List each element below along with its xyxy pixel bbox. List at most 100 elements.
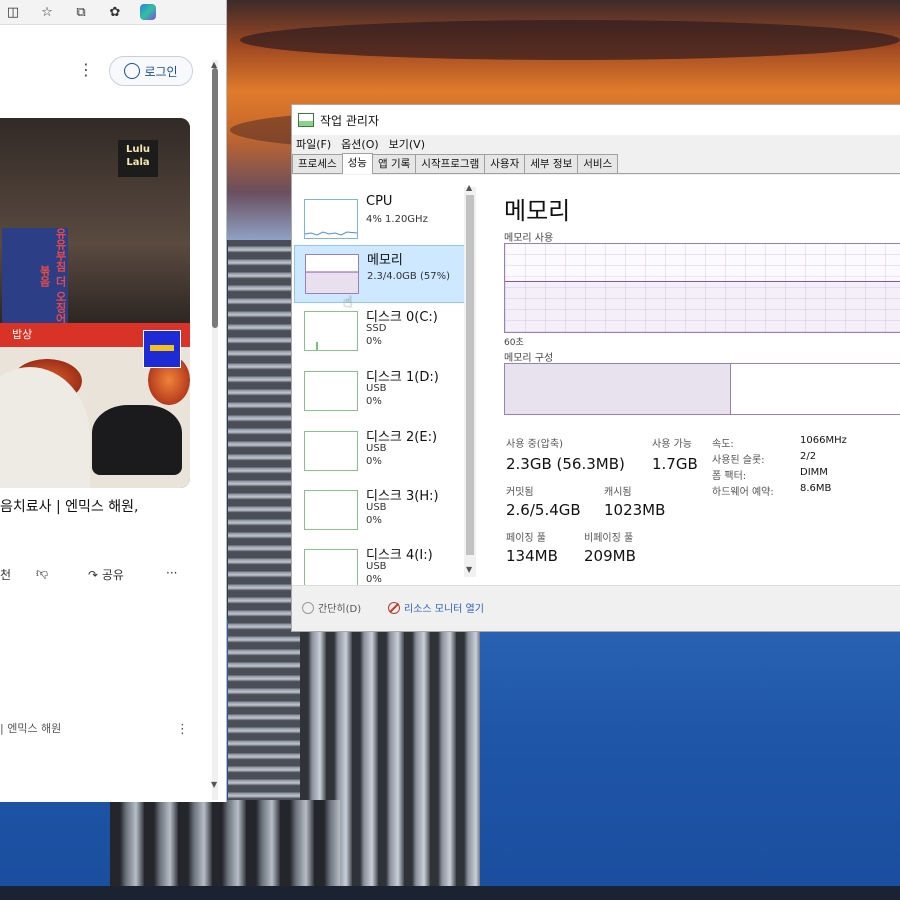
resource-item-disk1[interactable]: 디스크 1(D:) USB 0% [294,363,464,419]
tab-app-history[interactable]: 앱 기록 [371,154,417,173]
tab-processes[interactable]: 프로세스 [292,154,343,173]
menu-view[interactable]: 보기(V) [389,136,425,152]
resource-item-disk0[interactable]: 디스크 0(C:) SSD 0% [294,303,464,359]
collections-icon[interactable]: ⧉ [72,5,90,20]
resource-list: CPU 4% 1.20GHz 메모리 2.3/4.0GB (57%) 디스크 0… [292,175,480,585]
disk0-spike [316,342,318,350]
stat-value-in-use: 2.3GB (56.3MB) [506,455,625,473]
video-actions: 천 👎︎ ↷ 공유 ··· [0,566,210,588]
cpu-mini-graph [304,199,358,239]
disk3-mini-graph [304,490,358,530]
menu-bar: 파일(F) 옵션(O) 보기(V) [292,135,900,153]
brief-button[interactable]: 간단히(D) [302,600,361,615]
disk1-mini-graph [304,371,358,411]
share-label: 공유 [101,568,124,582]
scrollbar-thumb[interactable] [466,195,474,555]
stat-label-nonpaged-pool: 비페이징 풀 [584,533,634,544]
stat-label-available: 사용 가능 [652,439,692,450]
stat-value-available: 1.7GB [652,455,698,473]
share-button[interactable]: ↷ 공유 [88,566,124,583]
scroll-up-icon[interactable]: ▲ [466,183,472,192]
resource-monitor-icon [388,601,400,614]
tab-details[interactable]: 세부 정보 [524,154,579,173]
collapse-icon [302,601,314,614]
window-title: 작업 관리자 [320,113,380,128]
resource-item-cpu[interactable]: CPU 4% 1.20GHz [294,191,464,247]
resource-type: USB [366,561,387,572]
video-title[interactable]: 음치료사 | 엔믹스 해원, [0,496,210,516]
stat-value-nonpaged-pool: 209MB [584,547,636,565]
browser-toolbar: ◫ ☆ ⧉ ✿ [0,0,226,25]
resource-list-scrollbar[interactable]: ▲ ▼ [464,183,476,577]
channel-name[interactable]: | 엔믹스 해원 [0,720,61,736]
resource-monitor-link[interactable]: 리소스 모니터 열기 [388,600,484,615]
resource-percent: 0% [366,515,382,526]
title-bar[interactable]: 작업 관리자 [292,105,900,135]
side-value-form-factor: DIMM [800,467,828,478]
chair [92,405,182,475]
tab-services[interactable]: 서비스 [577,154,619,173]
share-icon: ↷ [88,568,99,582]
memory-usage-line [505,281,900,332]
stat-value-paged-pool: 134MB [506,547,558,565]
tab-performance[interactable]: 성능 [341,153,373,174]
memory-composition-bar [504,363,900,415]
resource-item-disk3[interactable]: 디스크 3(H:) USB 0% [294,482,464,538]
side-label-hw-reserved: 하드웨어 예약: [712,487,774,498]
page-scrollbar[interactable]: ▲ ▼ [211,60,218,800]
login-label: 로그인 [144,64,178,79]
side-value-hw-reserved: 8.6MB [800,483,832,494]
resource-detail: 2.3/4.0GB (57%) [367,271,450,282]
dislike-icon[interactable]: 👎︎ [36,566,48,581]
scroll-down-icon[interactable]: ▼ [466,565,472,574]
tab-startup[interactable]: 시작프로그램 [415,154,486,173]
item-menu-icon[interactable]: ⋮ [176,722,189,737]
menu-options[interactable]: 옵션(O) [341,136,378,152]
resource-item-memory[interactable]: 메모리 2.3/4.0GB (57%) [294,245,466,303]
scrollbar-thumb[interactable] [212,68,218,328]
more-options-icon[interactable]: ⋮ [78,60,94,79]
tab-users[interactable]: 사용자 [484,154,526,173]
resource-percent: 0% [366,456,382,467]
footer: 간단히(D) 리소스 모니터 열기 [292,585,900,631]
favorites-icon[interactable]: ☆ [38,5,56,20]
memory-composition-label: 메모리 구성 [504,353,554,364]
pier-front-planks [110,800,340,900]
stat-label-committed: 커밋됨 [506,487,534,498]
side-value-slots: 2/2 [800,451,817,462]
extensions-icon[interactable]: ✿ [106,5,124,20]
resource-type: SSD [366,323,387,334]
thumbnail-menu-sign: 유유부침 더 오징어볶음 [2,228,68,324]
scroll-down-icon[interactable]: ▼ [211,780,217,789]
disk2-mini-graph [304,431,358,471]
detail-heading: 메모리 [504,197,571,225]
resource-item-disk4[interactable]: 디스크 4(I:) USB 0% [294,541,464,585]
copilot-icon[interactable] [140,4,156,20]
resource-type: USB [366,443,387,454]
side-label-speed: 속도: [712,439,734,450]
more-actions-icon[interactable]: ··· [166,566,177,580]
side-label-slots: 사용된 슬롯: [712,455,765,466]
resource-percent: 0% [366,336,382,347]
cpu-mini-graph-line [304,231,358,236]
resource-percent: 0% [366,574,382,585]
memory-usage-label: 메모리 사용 [504,233,554,244]
menu-file[interactable]: 파일(F) [296,136,331,152]
resource-type: USB [366,383,387,394]
time-span-label: 60초 [504,338,524,348]
thumbnail-logo: Lulu Lala [118,140,158,177]
memory-mini-graph [305,254,359,294]
tab-strip: 프로세스 성능 앱 기록 시작프로그램 사용자 세부 정보 서비스 [292,153,900,174]
mouse-cursor-icon: ☝ [343,292,353,311]
like-count[interactable]: 천 [0,566,11,583]
split-screen-icon[interactable]: ◫ [4,5,22,20]
taskbar [0,886,900,900]
video-thumbnail[interactable]: Lulu Lala 유유부침 더 오징어볶음 밥상 [0,118,190,488]
resource-percent: 0% [366,396,382,407]
resource-name: CPU [366,194,393,209]
login-button[interactable]: 로그인 [109,56,193,86]
stat-label-in-use: 사용 중(압축) [506,439,563,450]
performance-panel: CPU 4% 1.20GHz 메모리 2.3/4.0GB (57%) 디스크 0… [292,175,900,631]
disk0-mini-graph [304,311,358,351]
resource-item-disk2[interactable]: 디스크 2(E:) USB 0% [294,423,464,479]
